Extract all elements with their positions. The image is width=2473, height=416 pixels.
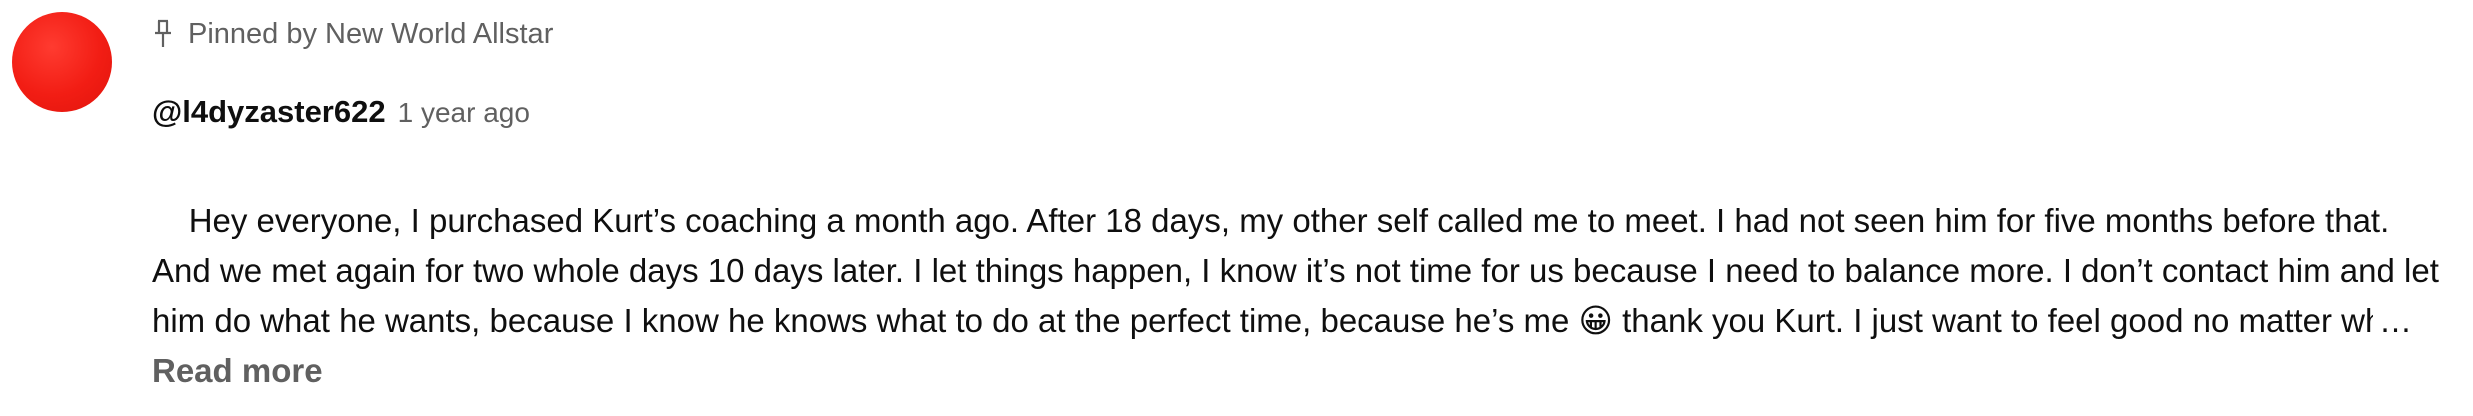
comment-header: @l4dyzaster622 1 year ago <box>152 94 2452 130</box>
comment-timestamp[interactable]: 1 year ago <box>398 97 530 129</box>
pinned-label: Pinned by New World Allstar <box>188 17 554 50</box>
avatar[interactable] <box>12 12 112 112</box>
pinned-indicator: Pinned by New World Allstar <box>152 14 2452 54</box>
author-name[interactable]: @l4dyzaster622 <box>152 94 386 130</box>
comment-text: Hey everyone, I purchased Kurt’s coachin… <box>152 146 2442 346</box>
pin-icon <box>152 19 174 49</box>
comment-content: Pinned by New World Allstar @l4dyzaster6… <box>152 14 2452 390</box>
truncation-ellipsis: … <box>2373 296 2412 346</box>
comment-text-content: Hey everyone, I purchased Kurt’s coachin… <box>152 202 2439 339</box>
read-more-button[interactable]: Read more <box>152 352 323 390</box>
